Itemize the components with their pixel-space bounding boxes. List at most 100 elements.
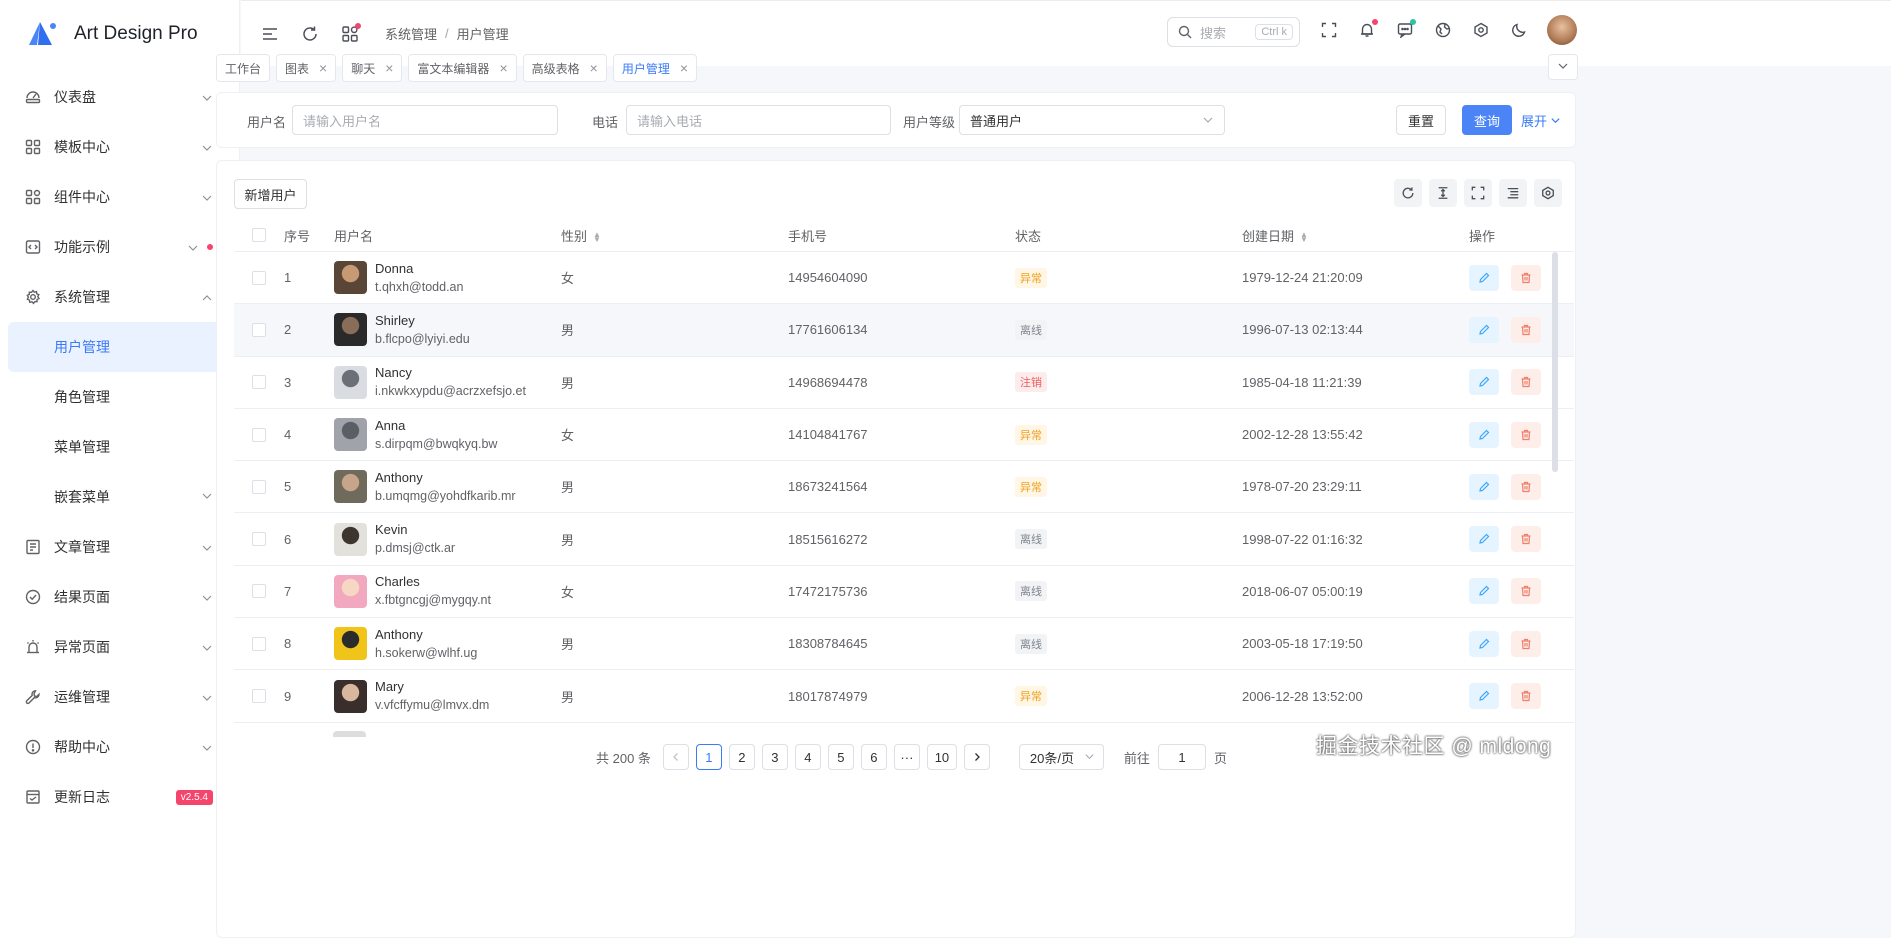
moon-icon[interactable] xyxy=(1508,19,1530,41)
fullscreen-icon[interactable] xyxy=(1318,19,1340,41)
tab-chat[interactable]: 聊天 × xyxy=(342,54,403,82)
edit-button[interactable] xyxy=(1469,264,1499,291)
sidebar-item-ops-management[interactable]: 运维管理 xyxy=(0,672,239,722)
edit-button[interactable] xyxy=(1469,421,1499,448)
delete-button[interactable] xyxy=(1510,578,1541,605)
column-header-sex[interactable]: 性别 ▲ ▼ xyxy=(561,226,788,245)
sidebar-item-nested-menu[interactable]: 嵌套菜单 xyxy=(0,472,239,522)
close-icon[interactable]: × xyxy=(385,60,393,76)
page-button[interactable]: 4 xyxy=(794,744,821,770)
row-density-icon[interactable] xyxy=(1429,179,1457,207)
sidebar-item-result-pages[interactable]: 结果页面 xyxy=(0,572,239,622)
column-header-created[interactable]: 创建日期 ▲ ▼ xyxy=(1242,226,1469,245)
settings-icon[interactable] xyxy=(1470,19,1492,41)
close-icon[interactable]: × xyxy=(590,60,598,76)
sidebar-item-article-management[interactable]: 文章管理 xyxy=(0,522,239,572)
row-checkbox[interactable] xyxy=(252,270,266,285)
table-row[interactable]: 9 Mary v.vfcffymu@lmvx.dm 男 18017874979 … xyxy=(234,670,1574,723)
tab-user-management[interactable]: 用户管理 × xyxy=(612,54,698,82)
sidebar-item-menu-management[interactable]: 菜单管理 xyxy=(0,422,239,472)
menu-toggle-icon[interactable] xyxy=(259,23,281,45)
user-level-select[interactable]: 普通用户 xyxy=(959,105,1225,135)
page-button[interactable]: 2 xyxy=(728,744,755,770)
table-row[interactable]: 4 Anna s.dirpqm@bwqkyq.bw 女 14104841767 … xyxy=(234,409,1574,462)
tab-advanced-table[interactable]: 高级表格 × xyxy=(522,54,607,82)
refresh-icon[interactable] xyxy=(1394,179,1422,207)
edit-button[interactable] xyxy=(1469,316,1499,343)
logo[interactable]: Art Design Pro xyxy=(0,0,239,68)
delete-button[interactable] xyxy=(1510,630,1541,657)
close-icon[interactable]: × xyxy=(499,60,507,76)
delete-button[interactable] xyxy=(1510,316,1541,343)
page-button[interactable]: 5 xyxy=(827,744,854,770)
delete-button[interactable] xyxy=(1510,473,1541,500)
table-row[interactable]: 3 Nancy i.nkwkxypdu@acrzxefsjo.et 男 1496… xyxy=(234,357,1574,409)
table-row[interactable]: 2 Shirley b.flcpo@lyiyi.edu 男 1776160613… xyxy=(234,304,1574,357)
sidebar-item-role-management[interactable]: 角色管理 xyxy=(0,372,239,422)
breadcrumb-item[interactable]: 系统管理 xyxy=(385,24,437,43)
phone-input[interactable]: 请输入电话 xyxy=(626,105,891,135)
sidebar-item-dashboard[interactable]: 仪表盘 xyxy=(0,72,239,122)
goto-page-input[interactable]: 1 xyxy=(1157,744,1206,770)
table-row[interactable]: 7 Charles x.fbtgncgj@mygqy.nt 女 17472175… xyxy=(234,566,1574,619)
table-row[interactable]: 1 Donna t.qhxh@todd.an 女 14954604090 异常 … xyxy=(234,252,1574,305)
add-user-button[interactable]: 新增用户 xyxy=(234,179,307,209)
query-button[interactable]: 查询 xyxy=(1462,105,1512,135)
delete-button[interactable] xyxy=(1510,421,1541,448)
prev-page-button[interactable] xyxy=(662,744,689,770)
delete-button[interactable] xyxy=(1510,683,1541,710)
edit-button[interactable] xyxy=(1469,473,1499,500)
sidebar-item-help-center[interactable]: 帮助中心 xyxy=(0,722,239,772)
close-icon[interactable]: × xyxy=(680,60,688,76)
reset-button[interactable]: 重置 xyxy=(1396,105,1446,135)
sidebar-item-component-center[interactable]: 组件中心 xyxy=(0,172,239,222)
row-checkbox[interactable] xyxy=(252,427,266,442)
settings-icon[interactable] xyxy=(1534,179,1562,207)
sidebar-item-error-pages[interactable]: 异常页面 xyxy=(0,622,239,672)
tab-charts[interactable]: 图表 × xyxy=(276,54,337,82)
bell-icon[interactable] xyxy=(1356,19,1378,41)
table-row[interactable]: 8 Anthony h.sokerw@wlhf.ug 男 18308784645… xyxy=(234,618,1574,671)
next-page-button[interactable] xyxy=(963,744,990,770)
row-checkbox[interactable] xyxy=(252,532,266,547)
sidebar-item-changelog[interactable]: 更新日志 v2.5.4 xyxy=(0,772,239,822)
edit-button[interactable] xyxy=(1469,630,1499,657)
username-input[interactable]: 请输入用户名 xyxy=(292,105,558,135)
page-button[interactable]: 3 xyxy=(761,744,788,770)
tab-rich-text-editor[interactable]: 富文本编辑器 × xyxy=(408,54,517,82)
expand-button[interactable]: 展开 xyxy=(1520,105,1562,135)
edit-button[interactable] xyxy=(1469,578,1499,605)
sidebar-item-system-management[interactable]: 系统管理 xyxy=(0,272,239,322)
delete-button[interactable] xyxy=(1510,264,1541,291)
row-checkbox[interactable] xyxy=(252,375,266,390)
tabs-dropdown-button[interactable] xyxy=(1548,54,1578,80)
global-search[interactable]: 搜索 Ctrl k xyxy=(1167,17,1300,47)
apps-icon[interactable] xyxy=(339,22,361,45)
chat-icon[interactable] xyxy=(1394,19,1416,41)
close-icon[interactable]: × xyxy=(319,60,327,76)
language-icon[interactable] xyxy=(1432,19,1454,41)
table-row[interactable]: 6 Kevin p.dmsj@ctk.ar 男 18515616272 离线 1… xyxy=(234,513,1574,566)
delete-button[interactable] xyxy=(1510,526,1541,553)
table-scrollbar[interactable] xyxy=(1552,252,1558,472)
row-checkbox[interactable] xyxy=(252,322,266,337)
page-button[interactable]: 10 xyxy=(926,744,957,770)
refresh-icon[interactable] xyxy=(299,23,321,45)
row-checkbox[interactable] xyxy=(252,636,266,651)
sidebar-item-feature-examples[interactable]: 功能示例 xyxy=(0,222,239,272)
page-size-select[interactable]: 20条/页 xyxy=(1018,744,1104,770)
row-checkbox[interactable] xyxy=(252,479,266,494)
edit-button[interactable] xyxy=(1469,683,1499,710)
sidebar-item-template-center[interactable]: 模板中心 xyxy=(0,122,239,172)
delete-button[interactable] xyxy=(1510,369,1541,396)
user-avatar[interactable] xyxy=(1547,15,1577,45)
edit-button[interactable] xyxy=(1469,369,1499,396)
page-button[interactable]: 1 xyxy=(695,744,722,770)
table-row[interactable]: 5 Anthony b.umqmg@yohdfkarib.mr 男 186732… xyxy=(234,461,1574,514)
more-pages-button[interactable]: ··· xyxy=(893,744,920,770)
fullscreen-icon[interactable] xyxy=(1464,179,1492,207)
column-settings-icon[interactable] xyxy=(1499,179,1527,207)
edit-button[interactable] xyxy=(1469,526,1499,553)
select-all-checkbox[interactable] xyxy=(252,228,266,242)
page-button[interactable]: 6 xyxy=(860,744,887,770)
